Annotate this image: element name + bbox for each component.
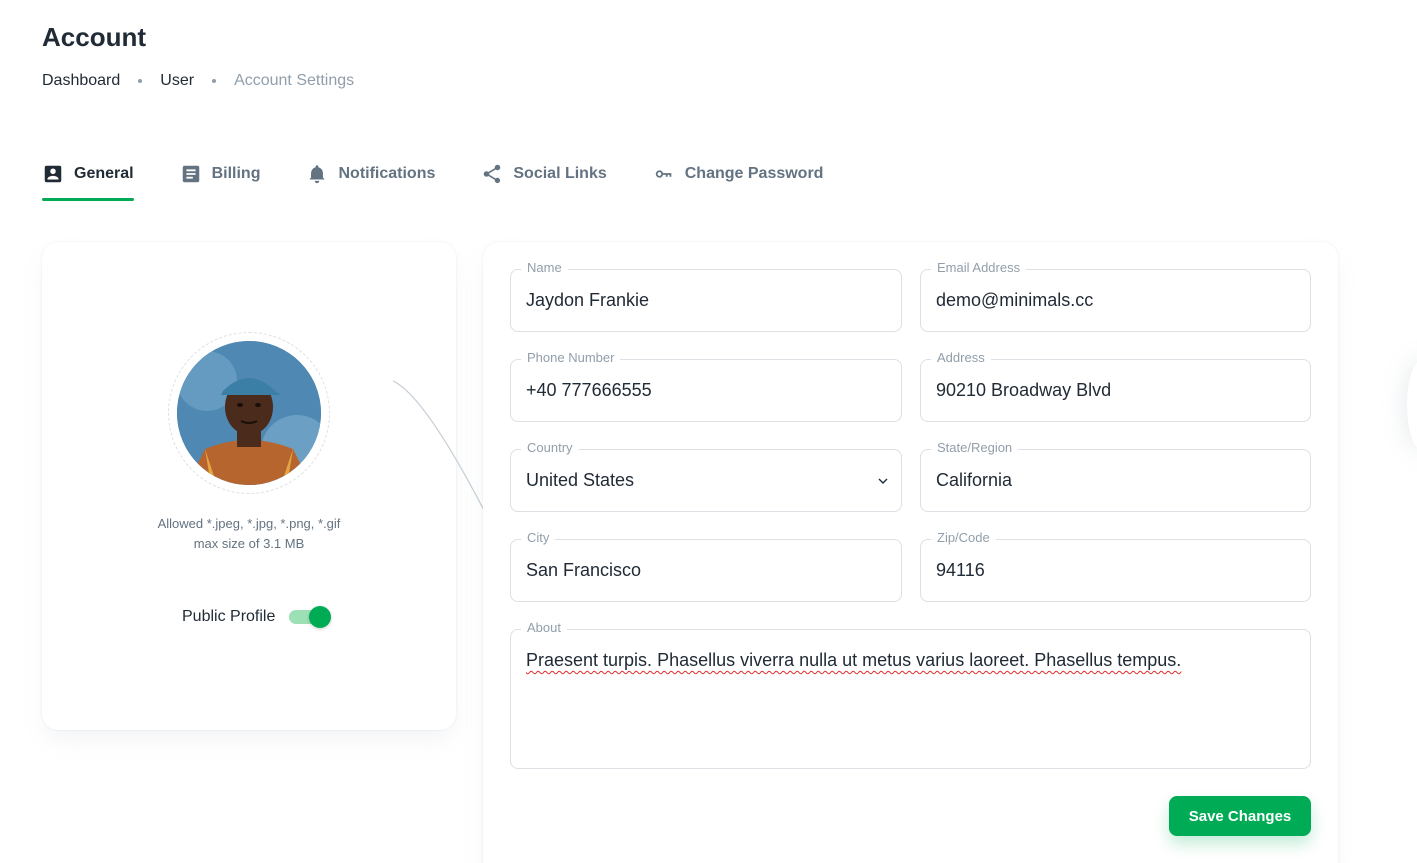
breadcrumb-user[interactable]: User bbox=[160, 72, 194, 90]
tab-change-password[interactable]: Change Password bbox=[653, 154, 824, 194]
save-changes-button[interactable]: Save Changes bbox=[1169, 796, 1311, 836]
edge-shadow bbox=[1407, 360, 1417, 450]
account-page: Account Dashboard User Account Settings … bbox=[0, 0, 1417, 863]
tab-label: General bbox=[74, 165, 134, 182]
upload-note-formats: Allowed *.jpeg, *.jpg, *.png, *.gif bbox=[157, 516, 341, 531]
tab-billing[interactable]: Billing bbox=[180, 154, 261, 194]
phone-field[interactable]: Phone Number +40 777666555 bbox=[510, 350, 902, 422]
zip-label: Zip/Code bbox=[931, 530, 996, 545]
settings-tabs: General Billing Notifications Social Lin… bbox=[42, 150, 869, 201]
bell-icon bbox=[306, 163, 328, 185]
about-value: Praesent turpis. Phasellus viverra nulla… bbox=[526, 650, 1182, 670]
about-textarea[interactable]: About Praesent turpis. Phasellus viverra… bbox=[510, 620, 1311, 769]
public-profile-label: Public Profile bbox=[182, 608, 276, 625]
state-field[interactable]: State/Region California bbox=[920, 440, 1311, 512]
name-label: Name bbox=[521, 260, 568, 275]
breadcrumb-account-settings: Account Settings bbox=[234, 72, 355, 89]
breadcrumb-separator bbox=[212, 79, 217, 83]
breadcrumb-separator bbox=[138, 79, 143, 83]
receipt-icon bbox=[180, 163, 202, 185]
address-field[interactable]: Address 90210 Broadway Blvd bbox=[920, 350, 1311, 422]
phone-label: Phone Number bbox=[521, 350, 621, 365]
tab-label: Billing bbox=[211, 165, 261, 182]
upload-note-size: max size of 3.1 MB bbox=[193, 536, 305, 551]
country-select[interactable]: Country United States bbox=[510, 440, 902, 512]
address-label: Address bbox=[931, 350, 991, 365]
chevron-down-icon bbox=[878, 478, 888, 484]
public-profile-row: Public Profile bbox=[182, 606, 332, 628]
tab-notifications[interactable]: Notifications bbox=[306, 154, 435, 194]
public-profile-toggle[interactable] bbox=[289, 606, 332, 628]
avatar bbox=[177, 341, 321, 485]
city-value: San Francisco bbox=[526, 560, 642, 580]
about-label: About bbox=[521, 620, 567, 635]
state-label: State/Region bbox=[931, 440, 1019, 455]
name-field[interactable]: Name Jaydon Frankie bbox=[510, 260, 902, 332]
avatar-upload[interactable] bbox=[168, 332, 330, 494]
city-label: City bbox=[521, 530, 556, 545]
email-value: demo@minimals.cc bbox=[936, 290, 1094, 310]
zip-field[interactable]: Zip/Code 94116 bbox=[920, 530, 1311, 602]
profile-card: Allowed *.jpeg, *.jpg, *.png, *.gif max … bbox=[42, 242, 456, 730]
breadcrumb-dashboard[interactable]: Dashboard bbox=[42, 72, 120, 90]
state-value: California bbox=[936, 470, 1013, 490]
upload-note: Allowed *.jpeg, *.jpg, *.png, *.gif max … bbox=[42, 514, 456, 554]
address-value: 90210 Broadway Blvd bbox=[936, 380, 1112, 400]
tab-social-links[interactable]: Social Links bbox=[481, 154, 607, 194]
country-label: Country bbox=[521, 440, 579, 455]
tab-label: Notifications bbox=[338, 165, 436, 182]
email-field[interactable]: Email Address demo@minimals.cc bbox=[920, 260, 1311, 332]
name-value: Jaydon Frankie bbox=[526, 290, 650, 310]
tab-label: Social Links bbox=[513, 165, 607, 182]
phone-value: +40 777666555 bbox=[526, 380, 652, 400]
share-icon bbox=[481, 163, 503, 185]
toggle-thumb bbox=[309, 606, 332, 628]
zip-value: 94116 bbox=[936, 560, 985, 580]
key-icon bbox=[653, 163, 675, 185]
country-value: United States bbox=[526, 470, 635, 490]
email-label: Email Address bbox=[931, 260, 1027, 275]
tab-label: Change Password bbox=[684, 165, 824, 182]
city-field[interactable]: City San Francisco bbox=[510, 530, 902, 602]
breadcrumb: Dashboard User Account Settings bbox=[42, 72, 354, 90]
account-box-icon bbox=[42, 163, 64, 185]
page-title: Account bbox=[42, 22, 146, 52]
tab-general[interactable]: General bbox=[42, 154, 134, 201]
